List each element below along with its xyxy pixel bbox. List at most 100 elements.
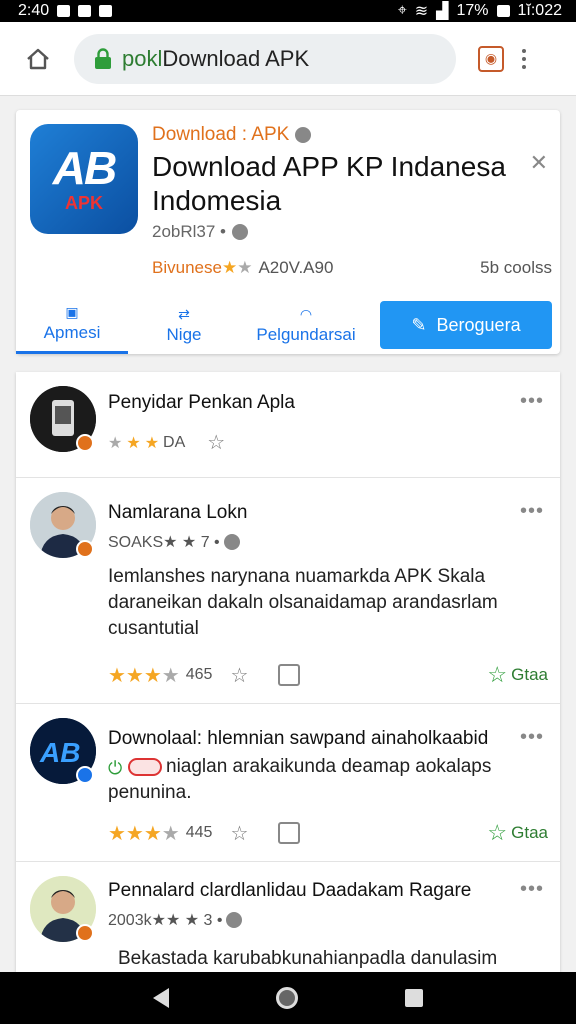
star-icon: ★ xyxy=(161,664,180,687)
tab-nige[interactable]: ⇄ Nige xyxy=(128,296,240,354)
more-options-icon[interactable]: ••• xyxy=(520,500,544,523)
rating-extra: 5b coolss xyxy=(480,258,552,277)
rating-count: A20V.A90 xyxy=(258,258,334,277)
notification-icon xyxy=(57,5,71,17)
rating-row: Bivunese ★ ★ A20V.A90 5b coolss xyxy=(152,258,552,278)
badge-icon xyxy=(76,434,94,452)
post-title[interactable]: Penyidar Penkan Apla xyxy=(108,392,295,414)
tag-icon xyxy=(128,758,163,776)
power-icon: ⏻ xyxy=(108,758,123,778)
info-icon: ▣ xyxy=(65,304,79,320)
close-icon[interactable]: ✕ xyxy=(530,150,548,176)
rating-label: Bivunese xyxy=(152,258,222,277)
star-icon: ★ xyxy=(161,822,180,845)
publisher-name: Download : APK xyxy=(152,124,290,145)
tab-label: Pelgundarsai xyxy=(256,324,356,344)
app-title: Download APP KP Indanesa Indomesia xyxy=(152,151,506,216)
status-clock: 1ĭ:022 xyxy=(517,2,562,19)
recent-apps-icon[interactable] xyxy=(404,989,423,1007)
home-icon xyxy=(27,48,49,69)
tabs-icon: ◉ xyxy=(484,50,498,66)
post-meta-text: 2003k★★ ★ 3 • xyxy=(108,912,223,929)
clock-icon xyxy=(223,534,240,550)
post-actions: ★★★ ★ 465 ☆ ☆ Gtaa xyxy=(108,662,548,688)
home-button[interactable] xyxy=(16,37,60,81)
post-meta: ★ ★ ★ DA ☆ xyxy=(108,430,225,455)
verified-badge-icon xyxy=(76,766,94,784)
like-count: 445 xyxy=(185,824,213,841)
share-button[interactable]: ☆ Gtaa xyxy=(487,662,548,688)
post-meta-text: DA xyxy=(163,433,186,451)
more-options-icon[interactable]: ••• xyxy=(520,726,544,749)
browser-toolbar: pokl Download APK ◉ xyxy=(0,22,576,96)
post-tags: ⏻ xyxy=(108,758,163,779)
more-options-icon[interactable]: ••• xyxy=(520,878,544,901)
status-time: 2:40 xyxy=(18,2,50,19)
post-body: niaglan arakaikunda deamap aokalaps penu… xyxy=(108,756,492,803)
status-bar: 2:40 ⌖ ≋ ▟ 17% 1ĭ:022 xyxy=(0,0,576,22)
svg-text:AB: AB xyxy=(39,737,80,768)
share-label: Gtaa xyxy=(511,665,548,684)
app-meta: 2obRl37 • xyxy=(152,222,249,242)
speed-icon: ◠ xyxy=(299,305,313,322)
post-actions: ★★★ ★ 445 ☆ ☆ Gtaa xyxy=(108,820,548,846)
wifi-icon: ≋ xyxy=(414,3,429,20)
app-meta-text: 2obRl37 • xyxy=(152,222,227,241)
post-meta-text: SOAKS★ ★ 7 • xyxy=(108,534,220,551)
share-label: Gtaa xyxy=(511,823,548,842)
reaction-icon[interactable]: ☆ xyxy=(230,663,248,688)
primary-button-label: Beroguera xyxy=(436,314,521,335)
star-icon: ★ xyxy=(144,434,160,452)
lock-icon xyxy=(95,47,111,69)
badge-icon xyxy=(76,924,94,942)
url-bar[interactable]: pokl Download APK xyxy=(74,33,456,84)
tabs-button[interactable]: ◉ xyxy=(478,45,504,72)
publisher-line: Download : APK xyxy=(152,124,312,146)
app-card: AB APK Download : APK Download APP KP In… xyxy=(16,110,560,354)
reply-icon[interactable] xyxy=(278,822,301,844)
feed-post: Namlarana Lokn ••• SOAKS★ ★ 7 • Iemlansh… xyxy=(16,478,560,704)
star-icon: ★ xyxy=(108,434,123,452)
reaction-icon[interactable]: ☆ xyxy=(207,430,225,455)
post-body: Bekastada karubabkunahianpadla danulasim xyxy=(118,948,498,969)
reply-icon[interactable] xyxy=(278,664,301,686)
clock-icon xyxy=(232,224,249,240)
verified-icon xyxy=(295,127,312,143)
menu-dot-icon xyxy=(522,56,526,61)
star-icon: ★★★ xyxy=(108,822,162,845)
comment-feed: Penyidar Penkan Apla ••• ★ ★ ★ DA ☆ Naml… xyxy=(16,372,560,972)
message-icon xyxy=(78,5,92,17)
url-prefix: pokl xyxy=(122,45,163,71)
star-icon: ★ xyxy=(126,434,141,452)
app-tabs: ▣ Apmesi ⇄ Nige ◠ Pelgundarsai ✎ Berogue… xyxy=(16,296,560,354)
feed-post: AB Downolaal: hlemnian sawpand ainaholka… xyxy=(16,704,560,862)
menu-dot-icon xyxy=(522,48,526,53)
url-text: Download APK xyxy=(162,45,310,71)
post-title[interactable]: Namlarana Lokn xyxy=(108,502,247,524)
like-count: 465 xyxy=(185,666,213,683)
home-circle-icon[interactable] xyxy=(275,987,298,1009)
share-arrows-icon: ⇄ xyxy=(178,305,190,322)
feed-post: Penyidar Penkan Apla ••• ★ ★ ★ DA ☆ xyxy=(16,372,560,478)
post-title[interactable]: Pennalard clardlanlidau Daadakam Ragare xyxy=(108,880,471,902)
share-button[interactable]: ☆ Gtaa xyxy=(487,820,548,846)
back-icon[interactable] xyxy=(153,988,170,1008)
share-star-icon: ☆ xyxy=(487,662,508,687)
menu-dot-icon xyxy=(522,64,526,69)
clock-icon xyxy=(226,912,243,928)
more-options-icon[interactable]: ••• xyxy=(520,390,544,413)
battery-icon xyxy=(496,5,510,17)
overflow-menu-button[interactable] xyxy=(522,48,526,69)
post-title[interactable]: Downolaal: hlemnian sawpand ainaholkaabi… xyxy=(108,728,488,750)
tab-label: Apmesi xyxy=(43,323,101,342)
gallery-icon xyxy=(99,5,113,17)
share-star-icon: ☆ xyxy=(487,820,508,845)
star-icon: ★ xyxy=(237,258,253,277)
reaction-icon[interactable]: ☆ xyxy=(230,821,248,846)
post-meta: SOAKS★ ★ 7 • xyxy=(108,532,240,552)
signal-icon: ▟ xyxy=(436,3,449,20)
primary-action-button[interactable]: ✎ Beroguera xyxy=(380,301,552,349)
tab-apmesi[interactable]: ▣ Apmesi xyxy=(16,296,128,354)
tab-label: Nige xyxy=(166,324,202,344)
tab-pelgundarsai[interactable]: ◠ Pelgundarsai xyxy=(240,296,372,354)
